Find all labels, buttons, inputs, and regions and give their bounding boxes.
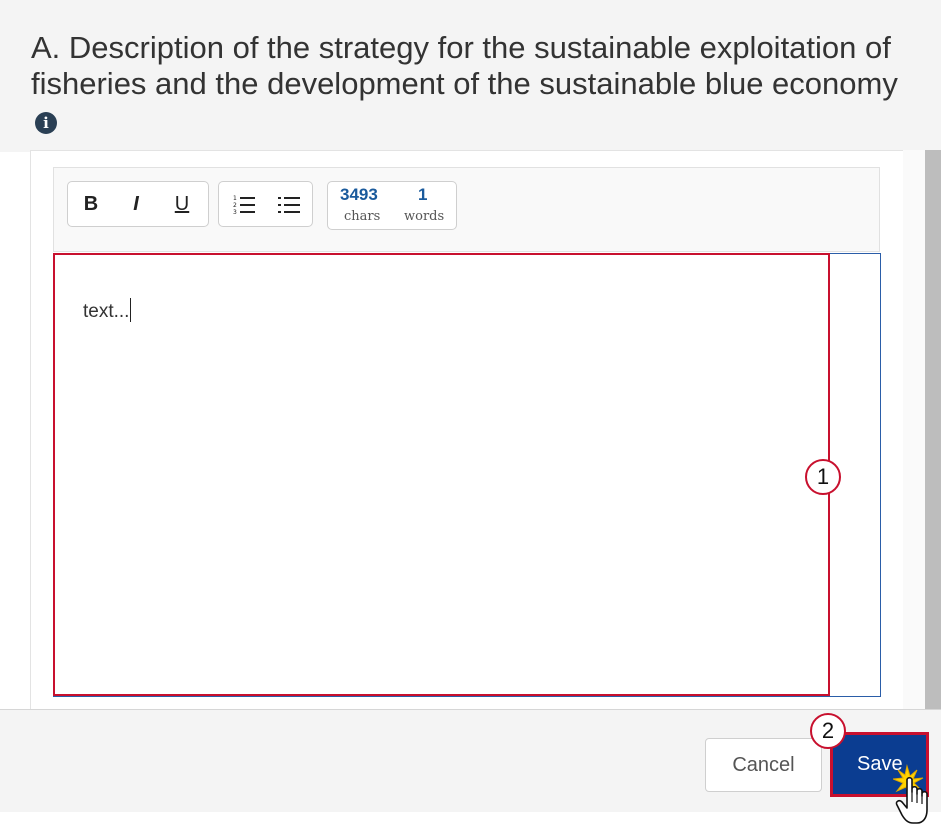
scrollbar-thumb[interactable] [925,150,941,710]
ordered-list-button[interactable]: 1 2 3 [228,182,260,226]
cancel-button[interactable]: Cancel [705,738,822,792]
words-label: words [404,209,445,224]
callout-1: 1 [805,459,841,495]
callout-2: 2 [810,713,846,749]
bold-button[interactable]: B [75,182,107,226]
hand-cursor-icon [893,764,928,824]
annotation-highlight-1 [53,253,830,696]
bullet-list-button[interactable] [273,182,305,226]
section-title-text: A. Description of the strategy for the s… [31,30,898,101]
info-icon[interactable]: i [35,112,57,134]
character-word-counter: 3493 chars 1 words [327,181,457,230]
text-format-group: B I U [67,181,209,227]
ordered-list-icon: 1 2 3 [233,195,255,216]
svg-text:2: 2 [233,202,237,209]
section-title: A. Description of the strategy for the s… [31,30,911,138]
words-count: 1 [418,185,428,204]
chars-label: chars [344,209,381,224]
list-format-group: 1 2 3 [218,181,313,227]
italic-button[interactable]: I [120,182,152,226]
underline-button[interactable]: U [166,182,198,226]
chars-count: 3493 [340,185,378,204]
bullet-list-icon [278,196,300,213]
svg-text:1: 1 [233,195,237,202]
svg-text:3: 3 [233,209,237,216]
